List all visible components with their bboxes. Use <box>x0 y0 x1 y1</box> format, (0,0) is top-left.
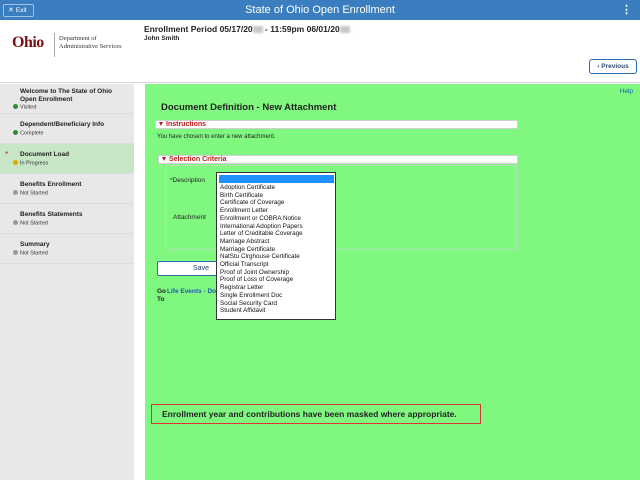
selection-criteria-label: Selection Criteria <box>169 156 227 163</box>
status-dot-icon <box>13 160 18 165</box>
dropdown-option[interactable]: Letter of Creditable Coverage <box>220 230 303 238</box>
status-text: Not Started <box>20 220 48 227</box>
masked-year <box>339 26 350 33</box>
dropdown-option[interactable]: Marriage Abstract <box>220 238 303 246</box>
dropdown-option[interactable]: Adoption Certificate <box>220 184 303 192</box>
status-dot-icon <box>13 130 18 135</box>
status-dot-icon <box>13 220 18 225</box>
sidebar-step-title: Benefits Enrollment <box>20 181 82 188</box>
attachment-label: Attachment <box>173 214 206 221</box>
logo-wordmark: Ohio <box>12 34 44 51</box>
status-dot-icon <box>13 190 18 195</box>
status-text: Not Started <box>20 190 48 197</box>
page-header: Ohio Department of Administrative Servic… <box>0 20 640 83</box>
sidebar-step-title: Dependent/Beneficiary Info <box>20 121 105 128</box>
logo-dept-line1: Department of <box>59 35 97 42</box>
status-dot-icon <box>13 104 18 109</box>
status-text: Complete <box>20 130 44 137</box>
sidebar-step-title: Summary <box>20 241 50 248</box>
dropdown-option[interactable]: NatStu Clrghouse Certificate <box>220 253 303 261</box>
dropdown-option[interactable]: Birth Certificate <box>220 192 303 200</box>
logo-dept-line2: Administrative Services <box>59 43 122 50</box>
dropdown-option[interactable]: Social Security Card <box>220 300 303 308</box>
previous-button[interactable]: ‹ Previous <box>589 59 637 74</box>
status-text: Visited <box>20 104 37 111</box>
enrollment-period-end: - 11:59pm 06/01/20 <box>262 24 340 34</box>
main-content: Help Document Definition - New Attachmen… <box>145 84 640 480</box>
sidebar-step-4[interactable]: Benefits Statements Not Started <box>0 204 134 234</box>
dropdown-option[interactable]: Certificate of Coverage <box>220 199 303 207</box>
masking-notice: Enrollment year and contributions have b… <box>151 404 481 424</box>
instructions-text: You have chosen to enter a new attachmen… <box>157 134 276 140</box>
description-label: *Description <box>170 177 206 184</box>
dropdown-option[interactable]: Single Enrollment Doc <box>220 292 303 300</box>
dropdown-option[interactable]: Student Affidavit <box>220 307 303 315</box>
sidebar-step-1[interactable]: Dependent/Beneficiary Info Complete <box>0 114 134 144</box>
progress-sidebar: Welcome to The State of Ohio Open Enroll… <box>0 84 134 480</box>
status-dot-icon <box>13 250 18 255</box>
sidebar-step-status: In Progress <box>13 160 48 167</box>
sidebar-step-title: Benefits Statements <box>20 211 83 218</box>
sidebar-step-0[interactable]: Welcome to The State of Ohio Open Enroll… <box>0 84 134 114</box>
sidebar-step-2[interactable]: Document Load In Progress * <box>0 144 134 174</box>
dropdown-selected-blank-option[interactable] <box>219 175 334 183</box>
dropdown-option[interactable]: Enrollment Letter <box>220 207 303 215</box>
collapse-triangle-icon <box>159 121 163 126</box>
page-title: Document Definition - New Attachment <box>161 102 337 113</box>
instructions-toggle[interactable]: Instructions <box>159 121 206 129</box>
sidebar-step-title: Document Load <box>20 151 70 158</box>
dropdown-option[interactable]: Proof of Joint Ownership <box>220 269 303 277</box>
masked-year <box>252 26 263 33</box>
status-text: Not Started <box>20 250 48 257</box>
sidebar-step-status: Visited <box>13 104 36 111</box>
sidebar-step-title: Welcome to The State of Ohio Open Enroll… <box>20 88 112 103</box>
status-text: In Progress <box>20 160 49 167</box>
more-options-icon[interactable]: ⋮ <box>621 3 632 16</box>
previous-label: Previous <box>601 63 629 70</box>
user-name: John Smith <box>144 35 180 42</box>
required-marker: * <box>5 150 9 159</box>
dropdown-options: Adoption Certificate Birth Certificate Cer… <box>220 184 303 315</box>
sidebar-step-status: Complete <box>13 130 44 137</box>
dropdown-option[interactable]: International Adoption Papers <box>220 223 303 231</box>
description-dropdown-list[interactable]: Adoption Certificate Birth Certificate Cer… <box>216 172 336 320</box>
logo-department: Department of Administrative Services <box>59 35 122 51</box>
dropdown-option[interactable]: Enrollment or COBRA Notice <box>220 215 303 223</box>
enrollment-period: Enrollment Period 05/17/20 - 11:59pm 06/… <box>144 24 350 34</box>
dropdown-option[interactable]: Official Transcript <box>220 261 303 269</box>
enrollment-period-start: Enrollment Period 05/17/20 <box>144 24 253 34</box>
go-to-label: Go To <box>157 288 167 303</box>
selection-criteria-toggle[interactable]: Selection Criteria <box>162 156 227 164</box>
sidebar-step-3[interactable]: Benefits Enrollment Not Started <box>0 174 134 204</box>
instructions-section-header[interactable]: Instructions <box>155 120 518 129</box>
help-link[interactable]: Help <box>620 88 633 95</box>
dropdown-option[interactable]: Marriage Certificate <box>220 246 303 254</box>
app-title: State of Ohio Open Enrollment <box>245 4 395 16</box>
dropdown-option[interactable]: Registrar Letter <box>220 284 303 292</box>
ohio-das-logo: Ohio Department of Administrative Servic… <box>12 33 137 57</box>
sidebar-step-status: Not Started <box>13 220 48 227</box>
logo-divider <box>54 33 55 57</box>
sidebar-step-status: Not Started <box>13 250 48 257</box>
instructions-label: Instructions <box>166 121 207 128</box>
life-events-link[interactable]: Life Events - Do <box>167 288 216 296</box>
sidebar-step-5[interactable]: Summary Not Started <box>0 234 134 264</box>
collapse-triangle-icon <box>162 156 166 161</box>
dropdown-option[interactable]: Proof of Loss of Coverage <box>220 276 303 284</box>
title-bar: ✕ Exit State of Ohio Open Enrollment ⋮ <box>0 0 640 20</box>
selection-criteria-header[interactable]: Selection Criteria <box>158 155 518 164</box>
sidebar-step-status: Not Started <box>13 190 48 197</box>
